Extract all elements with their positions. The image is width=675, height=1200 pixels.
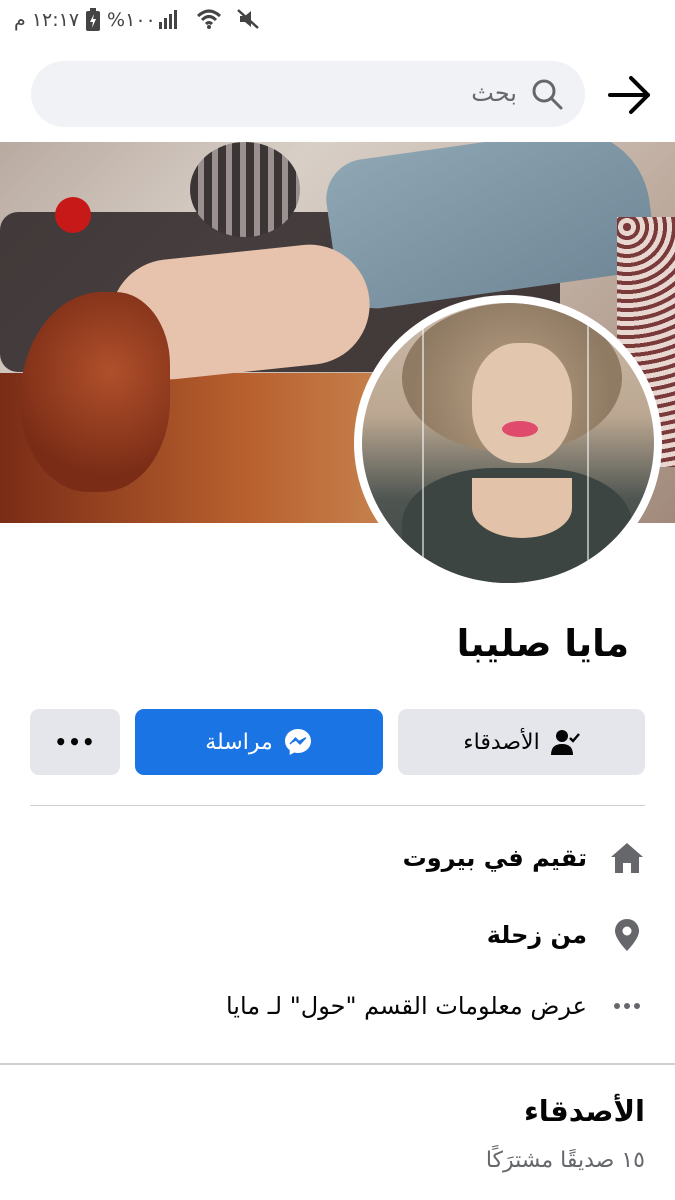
divider bbox=[30, 805, 645, 806]
search-icon bbox=[532, 79, 563, 110]
more-button-label: ••• bbox=[54, 730, 96, 754]
cover-decor bbox=[321, 142, 659, 314]
friends-check-icon bbox=[550, 730, 580, 755]
profile-avatar[interactable] bbox=[354, 295, 662, 591]
wifi-icon bbox=[196, 9, 222, 29]
from-row: من زحلة bbox=[487, 917, 645, 953]
friends-button-label: الأصدقاء bbox=[463, 729, 540, 755]
battery-charging-icon bbox=[86, 8, 101, 31]
mutual-friends-count[interactable]: ١٥ صديقًا مشترَكًا bbox=[486, 1148, 645, 1173]
avatar-decor bbox=[502, 421, 538, 437]
friends-section-title: الأصدقاء bbox=[523, 1094, 645, 1128]
location-pin-icon bbox=[609, 917, 645, 953]
mute-icon bbox=[237, 9, 259, 29]
back-arrow-icon[interactable] bbox=[604, 70, 654, 120]
battery-percent: %١٠٠ bbox=[107, 9, 156, 31]
messenger-icon bbox=[284, 729, 311, 755]
status-icons bbox=[158, 8, 260, 30]
avatar-photo bbox=[362, 303, 654, 583]
see-about-text: عرض معلومات القسم "حول" لـ مايا bbox=[225, 992, 587, 1020]
from-text: من زحلة bbox=[486, 921, 587, 949]
friends-button[interactable]: الأصدقاء bbox=[398, 709, 645, 775]
signal-icon bbox=[159, 10, 177, 29]
cover-decor bbox=[190, 142, 300, 237]
status-time-battery: ١٢:١٧ م %١٠٠ bbox=[14, 8, 156, 32]
home-icon bbox=[609, 840, 645, 876]
message-button[interactable]: مراسلة bbox=[135, 709, 383, 775]
message-button-label: مراسلة bbox=[205, 729, 273, 755]
avatar-decor bbox=[587, 303, 589, 583]
status-bar: ١٢:١٧ م %١٠٠ bbox=[0, 0, 675, 44]
avatar-decor bbox=[472, 478, 572, 538]
lives-in-row: تقيم في بيروت bbox=[403, 840, 645, 876]
see-about-row[interactable]: عرض معلومات القسم "حول" لـ مايا bbox=[226, 988, 645, 1024]
cover-decor bbox=[55, 197, 91, 233]
more-button[interactable]: ••• bbox=[30, 709, 120, 775]
profile-name: مايا صليبا bbox=[456, 622, 629, 665]
section-divider bbox=[0, 1063, 675, 1065]
search-placeholder: بحث bbox=[471, 79, 517, 107]
more-dots-icon bbox=[609, 988, 645, 1024]
search-bar[interactable]: بحث bbox=[31, 61, 585, 127]
status-time: ١٢:١٧ م bbox=[14, 9, 80, 31]
avatar-decor bbox=[472, 343, 572, 463]
lives-in-text: تقيم في بيروت bbox=[402, 844, 587, 872]
avatar-decor bbox=[422, 303, 424, 583]
